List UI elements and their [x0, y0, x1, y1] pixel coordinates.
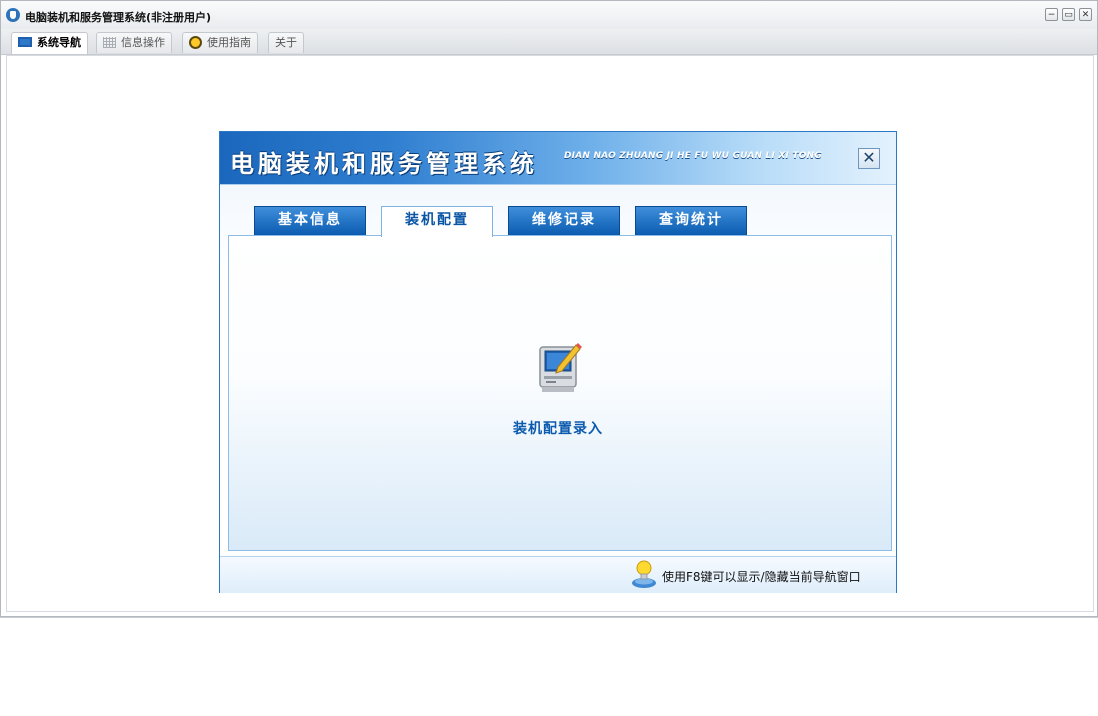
tab-assembly-config[interactable]: 装机配置	[381, 206, 493, 237]
window-titlebar[interactable]: 电脑装机和服务管理系统(非注册用户) − ▭ ✕	[1, 1, 1097, 30]
entry-label: 装机配置录入	[513, 421, 603, 437]
dialog-footer: 使用F8键可以显示/隐藏当前导航窗口	[220, 556, 896, 593]
tab-panel: 装机配置录入	[228, 235, 892, 551]
window-title: 电脑装机和服务管理系统(非注册用户)	[25, 11, 212, 24]
f8-hint-text: 使用F8键可以显示/隐藏当前导航窗口	[662, 570, 861, 584]
tab-about[interactable]: 关于	[268, 32, 304, 53]
tab-query-statistics[interactable]: 查询统计	[635, 206, 747, 235]
header-divider	[220, 184, 896, 185]
dialog-title: 电脑装机和服务管理系统	[230, 149, 538, 178]
tab-label: 关于	[275, 36, 297, 49]
tab-repair-records[interactable]: 维修记录	[508, 206, 620, 235]
tab-info-operations[interactable]: 信息操作	[96, 32, 172, 53]
maximize-button[interactable]: ▭	[1062, 8, 1075, 21]
assembly-config-entry-button[interactable]: 装机配置录入	[483, 341, 633, 437]
tab-label: 系统导航	[37, 36, 81, 49]
close-window-button[interactable]: ✕	[1079, 8, 1092, 21]
app-logo-icon	[6, 8, 20, 22]
bulb-icon	[189, 35, 202, 49]
tab-user-guide[interactable]: 使用指南	[182, 32, 258, 53]
dialog-close-button[interactable]: ✕	[858, 148, 880, 169]
navigation-dialog: 电脑装机和服务管理系统 DIAN NAO ZHUANG JI HE FU WU …	[219, 131, 897, 593]
minimize-button[interactable]: −	[1045, 8, 1058, 21]
dialog-subtitle: DIAN NAO ZHUANG JI HE FU WU GUAN LI XI T…	[564, 151, 822, 161]
lightbulb-hint-icon	[632, 560, 656, 588]
grid-icon	[103, 36, 116, 48]
tab-basic-info[interactable]: 基本信息	[254, 206, 366, 235]
tab-label: 信息操作	[121, 36, 165, 49]
tab-label: 使用指南	[207, 36, 251, 49]
window-bottom-border	[0, 617, 1098, 618]
computer-edit-icon	[539, 343, 582, 392]
tab-system-navigation[interactable]: 系统导航	[11, 32, 88, 54]
main-tab-strip: 系统导航 信息操作 使用指南 关于	[1, 29, 1097, 55]
monitor-icon	[18, 37, 32, 47]
dialog-header[interactable]: 电脑装机和服务管理系统 DIAN NAO ZHUANG JI HE FU WU …	[220, 132, 896, 184]
